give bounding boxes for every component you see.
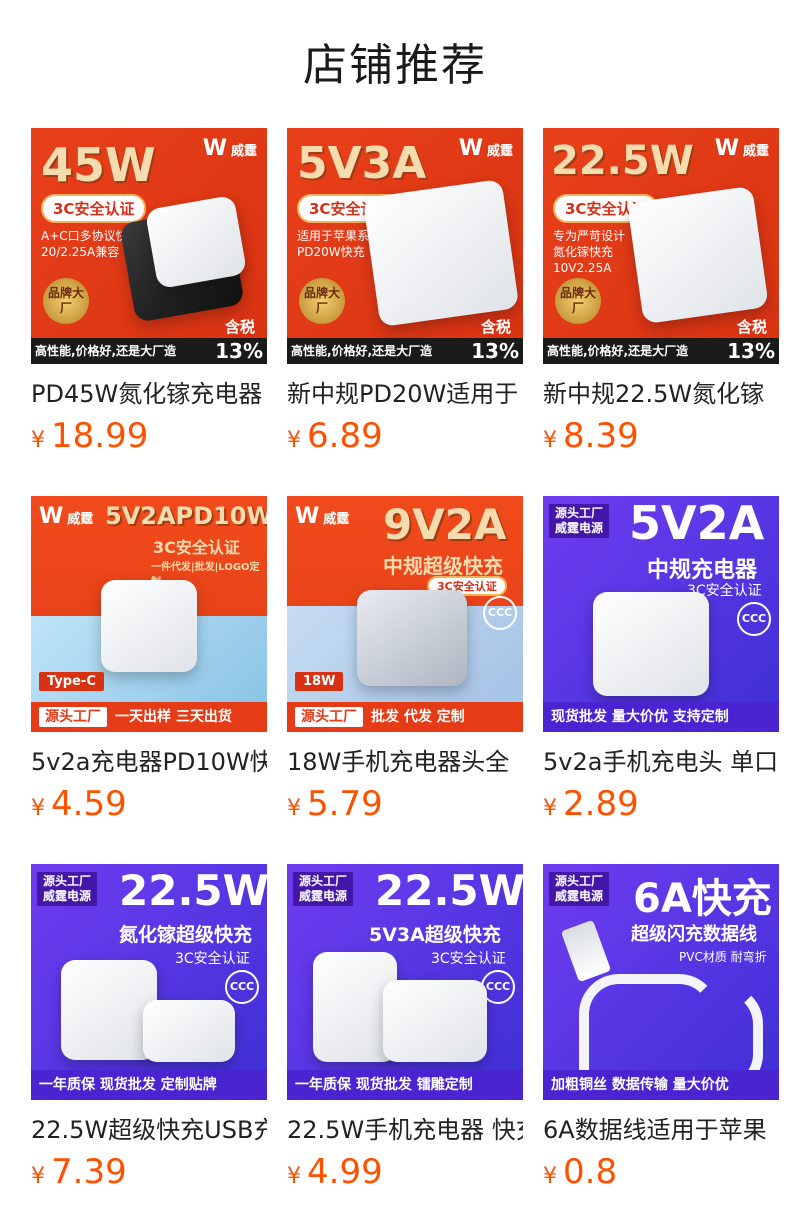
- certification-badge: 3C安全认证: [153, 538, 240, 557]
- product-title[interactable]: 5v2a充电器PD10W快: [31, 746, 267, 778]
- promo-strip: 高性能,价格好,还是大厂造 13%: [287, 338, 523, 364]
- charger-image: [593, 592, 709, 696]
- thumb-sub: 氮化镓超级快充: [119, 924, 253, 946]
- product-price: ¥8.39: [543, 416, 639, 456]
- product-card[interactable]: 源头工厂 威霆电源 22.5W 氮化镓超级快充 3C安全认证 CCC 一年质保 现…: [31, 864, 267, 1192]
- ccc-icon: CCC: [483, 596, 517, 630]
- product-thumbnail[interactable]: 源头工厂 威霆电源 6A快充 超级闪充数据线 PVC材质 耐弯折 加粗铜丝 数据传…: [543, 864, 779, 1100]
- thumb-headline: 22.5W: [375, 866, 523, 915]
- promo-strip: 一年质保 现货批发 镭雕定制: [287, 1070, 523, 1100]
- product-thumbnail[interactable]: W 威霆 9V2A 中规超级快充 3C安全认证 CCC 18W 源头工厂 批发 代发…: [287, 496, 523, 732]
- tax-label: 含税: [224, 318, 255, 336]
- product-card[interactable]: W 威霆 22.5W 3C安全认证 专为严苛设计 氮化镓快充 10V2.25A 品牌大…: [543, 128, 779, 456]
- thumb-headline: 6A快充: [633, 876, 772, 922]
- tax-label: 含税: [736, 318, 767, 336]
- product-title[interactable]: 新中规22.5W氮化镓: [543, 378, 779, 410]
- thumb-headline: 45W: [41, 138, 156, 192]
- product-title[interactable]: 22.5W手机充电器 快充: [287, 1114, 523, 1146]
- brand-logo: W 威霆: [202, 136, 257, 161]
- promo-strip: 加粗铜丝 数据传输 量大价优: [543, 1070, 779, 1100]
- thumb-sub: 超级闪充数据线: [631, 924, 757, 945]
- product-thumbnail[interactable]: W 威霆 22.5W 3C安全认证 专为严苛设计 氮化镓快充 10V2.25A 品牌大…: [543, 128, 779, 364]
- product-thumbnail[interactable]: 源头工厂 威霆电源 22.5W 5V3A超级快充 3C安全认证 CCC 一年质保 …: [287, 864, 523, 1100]
- brand-logo: W 威霆: [295, 504, 350, 529]
- thumb-headline: 5V2A: [629, 496, 765, 550]
- product-thumbnail[interactable]: W威霆 5V2APD10W 3C安全认证 一件代发|批发|LOGO定制 Type…: [31, 496, 267, 732]
- promo-strip: 源头工厂 批发 代发 定制: [287, 702, 523, 732]
- thumb-headline: 5V3A: [297, 138, 427, 189]
- brand-seal: 品牌大厂: [43, 278, 89, 324]
- product-thumbnail[interactable]: W 威霆 5V3A 3C安全认证 适用于苹果系列 PD20W快充 品牌大厂 含税 高…: [287, 128, 523, 364]
- product-price: ¥6.89: [287, 416, 383, 456]
- charger-image: [383, 980, 487, 1062]
- product-card[interactable]: 源头工厂 威霆电源 6A快充 超级闪充数据线 PVC材质 耐弯折 加粗铜丝 数据传…: [543, 864, 779, 1192]
- thumb-spec: 专为严苛设计 氮化镓快充 10V2.25A: [553, 229, 626, 275]
- brand-logo: W 威霆: [714, 136, 769, 161]
- product-card[interactable]: W 威霆 45W 3C安全认证 A+C口多协议快充 20/2.25A兼容 品牌大厂 …: [31, 128, 267, 456]
- product-thumbnail[interactable]: W 威霆 45W 3C安全认证 A+C口多协议快充 20/2.25A兼容 品牌大厂 …: [31, 128, 267, 364]
- product-title[interactable]: 22.5W超级快充USB充: [31, 1114, 267, 1146]
- wattage-tag: 18W: [295, 672, 344, 691]
- promo-strip: 源头工厂 一天出样 三天出货: [31, 702, 267, 732]
- product-price: ¥2.89: [543, 784, 639, 824]
- charger-image: [357, 590, 467, 686]
- brand-logo: W 威霆: [458, 136, 513, 161]
- thumb-headline: 22.5W: [551, 138, 694, 184]
- product-card[interactable]: 源头工厂 威霆电源 5V2A 中规充电器 3C安全认证 CCC 现货批发 量大价优…: [543, 496, 779, 824]
- certification-badge: 3C安全认证: [41, 194, 147, 223]
- product-price: ¥4.99: [287, 1152, 383, 1192]
- promo-strip: 一年质保 现货批发 定制贴牌: [31, 1070, 267, 1100]
- page-title: 店铺推荐: [303, 40, 487, 91]
- product-price: ¥0.8: [543, 1152, 618, 1192]
- product-title[interactable]: 新中规PD20W适用于: [287, 378, 523, 410]
- tax-label: 含税: [480, 318, 511, 336]
- ccc-icon: CCC: [225, 970, 259, 1004]
- product-title[interactable]: 5v2a手机充电头 单口: [543, 746, 779, 778]
- promo-strip: 现货批发 量大价优 支持定制: [543, 702, 779, 732]
- product-title[interactable]: 18W手机充电器头全: [287, 746, 523, 778]
- thumb-headline: 5V2APD10W: [105, 502, 267, 530]
- product-card[interactable]: W 威霆 9V2A 中规超级快充 3C安全认证 CCC 18W 源头工厂 批发 代发…: [287, 496, 523, 824]
- product-thumbnail[interactable]: 源头工厂 威霆电源 5V2A 中规充电器 3C安全认证 CCC 现货批发 量大价优…: [543, 496, 779, 732]
- promo-strip: 高性能,价格好,还是大厂造 13%: [31, 338, 267, 364]
- product-title[interactable]: 6A数据线适用于苹果: [543, 1114, 779, 1146]
- product-price: ¥18.99: [31, 416, 149, 456]
- corner-label: 源头工厂 威霆电源: [293, 872, 354, 906]
- brand-seal: 品牌大厂: [299, 278, 345, 324]
- thumb-sub: 5V3A超级快充: [369, 924, 501, 946]
- product-thumbnail[interactable]: 源头工厂 威霆电源 22.5W 氮化镓超级快充 3C安全认证 CCC 一年质保 现…: [31, 864, 267, 1100]
- promo-strip: 高性能,价格好,还是大厂造 13%: [543, 338, 779, 364]
- corner-label: 源头工厂 威霆电源: [549, 504, 610, 538]
- usb-plug: [560, 919, 612, 983]
- material-label: PVC材质 耐弯折: [679, 950, 767, 964]
- corner-label: 源头工厂 威霆电源: [549, 872, 610, 906]
- product-price: ¥5.79: [287, 784, 383, 824]
- certification-badge: 3C安全认证: [431, 951, 506, 967]
- corner-label: 源头工厂 威霆电源: [37, 872, 98, 906]
- charger-image: [144, 194, 248, 290]
- thumb-sub: 中规超级快充: [383, 554, 503, 578]
- product-title[interactable]: PD45W氮化镓充电器: [31, 378, 267, 410]
- ccc-icon: CCC: [737, 602, 771, 636]
- product-card[interactable]: W威霆 5V2APD10W 3C安全认证 一件代发|批发|LOGO定制 Type…: [31, 496, 267, 824]
- certification-badge: 3C安全认证: [175, 951, 250, 967]
- type-c-tag: Type-C: [39, 672, 104, 691]
- brand-logo: W 威霆: [39, 504, 94, 529]
- product-price: ¥7.39: [31, 1152, 127, 1192]
- thumb-headline: 9V2A: [383, 500, 507, 549]
- charger-image: [627, 185, 769, 325]
- brand-seal: 品牌大厂: [555, 278, 601, 324]
- charger-image: [143, 1000, 235, 1062]
- charger-image: [101, 580, 197, 672]
- charger-image: [362, 178, 520, 328]
- product-price: ¥4.59: [31, 784, 127, 824]
- thumb-headline: 22.5W: [119, 866, 267, 915]
- product-card[interactable]: W 威霆 5V3A 3C安全认证 适用于苹果系列 PD20W快充 品牌大厂 含税 高…: [287, 128, 523, 456]
- product-card[interactable]: 源头工厂 威霆电源 22.5W 5V3A超级快充 3C安全认证 CCC 一年质保 …: [287, 864, 523, 1192]
